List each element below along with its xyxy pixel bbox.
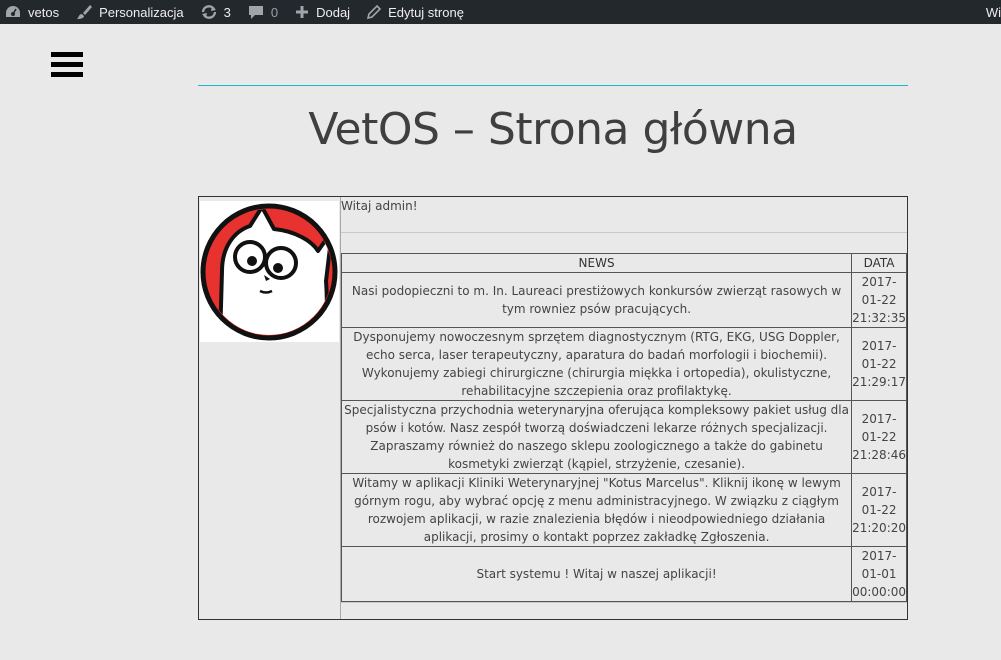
admin-bar: vetos Personalizacja 3 0 Dodaj Edytuj st…	[0, 0, 1001, 24]
news-date: 2017-01-22 21:20:20	[851, 473, 907, 547]
hamburger-menu-icon[interactable]	[51, 52, 83, 78]
cat-logo-icon	[200, 203, 338, 341]
customize-label: Personalizacja	[99, 4, 184, 20]
main-content-box: Witaj admin! NEWS DATA Nasi podopieczni …	[198, 196, 908, 620]
updates-count: 3	[223, 4, 231, 20]
table-row: Dysponujemy nowoczesnym sprzętem diagnos…	[340, 327, 907, 401]
news-text: Start systemu ! Witaj w naszej aplikacji…	[340, 546, 853, 602]
table-row: Specjalistyczna przychodnia weterynaryjn…	[340, 400, 907, 474]
news-table-header-row: NEWS DATA	[340, 253, 907, 273]
add-new-label: Dodaj	[316, 4, 351, 20]
refresh-icon	[201, 5, 216, 19]
account-link[interactable]: Wi	[986, 0, 1001, 24]
updates-link[interactable]: 3	[192, 0, 239, 24]
left-column	[199, 197, 341, 619]
news-text: Dysponujemy nowoczesnym sprzętem diagnos…	[340, 327, 853, 401]
news-table: NEWS DATA Nasi podopieczni to m. In. Lau…	[340, 253, 907, 602]
page-title: VetOS – Strona główna	[308, 104, 798, 155]
date-column-header: DATA	[851, 253, 907, 273]
comments-link[interactable]: 0	[239, 0, 286, 24]
cat-avatar	[200, 201, 339, 342]
customize-link[interactable]: Personalizacja	[67, 0, 192, 24]
welcome-message: Witaj admin!	[341, 197, 907, 233]
news-date: 2017-01-22 21:29:17	[851, 327, 907, 401]
plus-icon	[296, 6, 309, 18]
comment-icon	[248, 6, 263, 19]
edit-page-label: Edytuj stronę	[388, 4, 464, 20]
dashboard-icon	[6, 6, 20, 17]
news-date: 2017-01-22 21:28:46	[851, 400, 907, 474]
table-row: Witamy w aplikacji Kliniki Weterynaryjne…	[340, 473, 907, 547]
news-column-header: NEWS	[340, 253, 853, 273]
header-divider	[198, 85, 908, 86]
brush-icon	[77, 5, 93, 19]
account-label: Wi	[985, 4, 1001, 20]
edit-page-link[interactable]: Edytuj stronę	[358, 0, 472, 24]
pencil-icon	[366, 4, 382, 20]
menu-bar	[51, 52, 83, 57]
menu-bar	[51, 72, 83, 77]
table-row: Start systemu ! Witaj w naszej aplikacji…	[340, 546, 907, 602]
right-column: Witaj admin! NEWS DATA Nasi podopieczni …	[340, 197, 907, 619]
menu-bar	[51, 62, 83, 67]
news-text: Specjalistyczna przychodnia weterynaryjn…	[340, 400, 853, 474]
site-name-link[interactable]: vetos	[0, 0, 67, 24]
news-text: Nasi podopieczni to m. In. Laureaci pres…	[340, 272, 853, 328]
add-new-link[interactable]: Dodaj	[286, 0, 358, 24]
news-text: Witamy w aplikacji Kliniki Weterynaryjne…	[340, 473, 853, 547]
site-name: vetos	[28, 4, 60, 20]
news-date: 2017-01-01 00:00:00	[851, 546, 907, 602]
bottom-divider	[341, 602, 907, 603]
comments-count: 0	[270, 4, 279, 20]
table-row: Nasi podopieczni to m. In. Laureaci pres…	[340, 272, 907, 328]
news-date: 2017-01-22 21:32:35	[851, 272, 907, 328]
